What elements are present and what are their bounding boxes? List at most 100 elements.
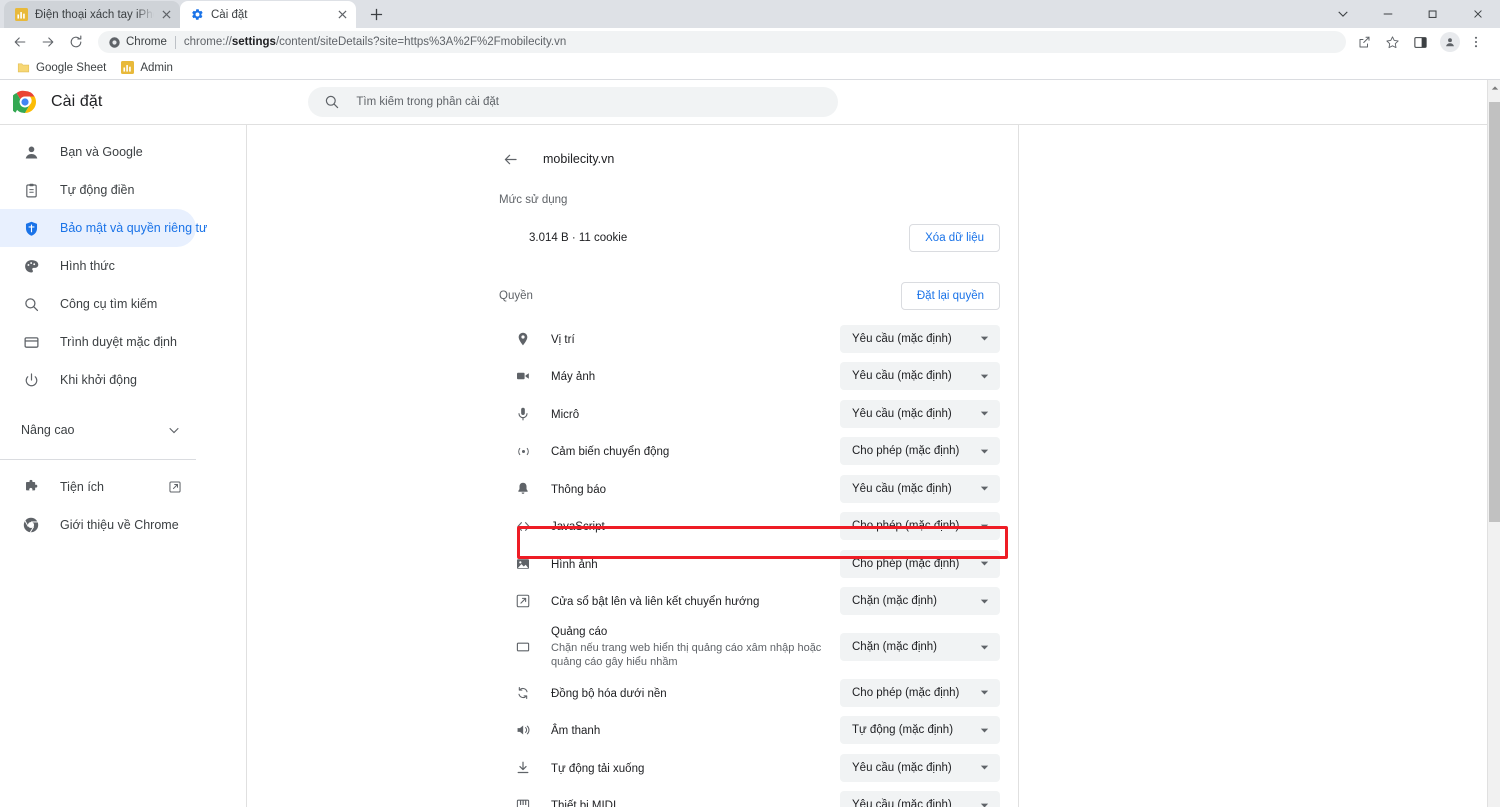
permission-select-automatic-downloads[interactable]: Yêu cầu (mặc định) [840,753,1000,782]
permission-select-midi[interactable]: Yêu cầu (mặc định) [840,791,1000,807]
permission-select-images[interactable]: Cho phép (mặc định) [840,549,1000,578]
permission-value: Cho phép (mặc định) [852,445,960,458]
profile-avatar-icon[interactable] [1440,32,1460,52]
sidebar-item-privacy-security[interactable]: Bảo mật và quyền riêng tư [0,209,207,247]
permission-row-background-sync: Đồng bộ hóa dưới nền Cho phép (mặc định) [481,674,1018,712]
scroll-up-arrow-icon[interactable] [1488,80,1500,96]
star-icon[interactable] [1380,30,1404,54]
tab-close-0[interactable] [158,7,174,23]
sidebar-item-label: Tự động điền [60,183,135,197]
permission-select-sound[interactable]: Tự động (mặc định) [840,716,1000,745]
sidebar-item-appearance[interactable]: Hình thức [0,247,196,285]
permission-select-microphone[interactable]: Yêu cầu (mặc định) [840,399,1000,428]
permission-select-motion-sensors[interactable]: Cho phép (mặc định) [840,437,1000,466]
chart-favicon [14,8,28,22]
forward-icon[interactable] [36,30,60,54]
permission-row-automatic-downloads: Tự động tải xuống Yêu cầu (mặc định) [481,749,1018,787]
close-button[interactable] [1455,0,1500,28]
permission-select-javascript[interactable]: Cho phép (mặc định) [840,512,1000,541]
permission-name: Đồng bộ hóa dưới nền [551,687,667,700]
permission-name: Cửa sổ bật lên và liên kết chuyển hướng [551,596,760,609]
tab-title-1: Cài đặt [211,8,248,21]
tab-0[interactable]: Điện thoại xách tay iPhone, Xiao [4,1,180,28]
sidebar-item-you-and-google[interactable]: Bạn và Google [0,133,196,171]
permission-select-background-sync[interactable]: Cho phép (mặc định) [840,678,1000,707]
clear-data-button[interactable]: Xóa dữ liệu [909,224,1000,252]
location-pin-icon [513,329,533,349]
address-bar[interactable]: Chrome chrome://settings/content/siteDet… [98,31,1346,53]
sidebar-item-extensions[interactable]: Tiện ích [0,468,196,506]
puzzle-icon [21,477,41,497]
usage-section-label: Mức sử dụng [499,194,568,206]
tab-search-icon[interactable] [1320,0,1365,28]
permission-name: Thông báo [551,483,606,496]
back-icon[interactable] [8,30,32,54]
three-dot-menu-icon[interactable] [1464,30,1488,54]
search-icon [21,294,41,314]
bookmarks-bar: Google Sheet Admin [0,56,1500,80]
reset-permissions-button[interactable]: Đặt lại quyền [900,282,1000,310]
permission-select-location[interactable]: Yêu cầu (mặc định) [840,324,1000,353]
permission-row-images: Hình ảnh Cho phép (mặc định) [481,545,1018,583]
chevron-down-icon [979,687,990,698]
permission-name: Vị trí [551,333,575,346]
bookmark-google-sheet[interactable]: Google Sheet [10,58,112,78]
folder-icon [16,61,30,75]
sidebar-item-default-browser[interactable]: Trình duyệt mặc định [0,323,196,361]
side-panel-icon[interactable] [1408,30,1432,54]
reload-icon[interactable] [64,30,88,54]
sidebar-divider [0,459,196,460]
sidebar-advanced-toggle[interactable]: Nâng cao [0,409,196,451]
sidebar-item-label: Trình duyệt mặc định [60,335,177,349]
new-tab-button[interactable] [362,0,390,28]
maximize-button[interactable] [1410,0,1455,28]
bookmark-label: Admin [140,61,173,74]
page-title: Cài đặt [51,93,103,110]
sidebar-item-on-startup[interactable]: Khi khởi động [0,361,196,399]
sidebar-item-autofill[interactable]: Tự động điền [0,171,196,209]
permission-value: Yêu cầu (mặc định) [852,482,952,495]
chevron-down-icon [168,424,180,436]
palette-icon [21,256,41,276]
permission-row-notifications: Thông báo Yêu cầu (mặc định) [481,470,1018,508]
bookmark-admin[interactable]: Admin [114,58,179,78]
sidebar-item-search-engine[interactable]: Công cụ tìm kiếm [0,285,196,323]
permission-name: JavaScript [551,521,605,534]
permission-value: Tự động (mặc định) [852,724,954,737]
permission-select-notifications[interactable]: Yêu cầu (mặc định) [840,474,1000,503]
chrome-chip: Chrome [108,36,167,49]
site-details-card: mobilecity.vn Mức sử dụng 3.014 B · 11 c… [481,125,1019,807]
chrome-logo [9,90,37,114]
minimize-button[interactable] [1365,0,1410,28]
scrollbar-thumb[interactable] [1489,102,1500,522]
back-arrow-icon[interactable] [499,148,521,170]
image-icon [513,554,533,574]
vertical-scrollbar[interactable] [1487,80,1500,807]
chevron-down-icon [979,725,990,736]
settings-sidebar: Bạn và Google Tự động điền Bảo mật và qu… [0,125,246,807]
browser-toolbar: Chrome chrome://settings/content/siteDet… [0,28,1500,56]
permission-select-camera[interactable]: Yêu cầu (mặc định) [840,362,1000,391]
tab-close-1[interactable] [334,7,350,23]
permission-value: Cho phép (mặc định) [852,557,960,570]
search-input[interactable] [356,96,823,108]
sidebar-item-about-chrome[interactable]: Giới thiệu về Chrome [0,506,196,544]
tab-1[interactable]: Cài đặt [180,1,356,28]
chrome-chip-label: Chrome [126,36,167,48]
chevron-down-icon [979,762,990,773]
permission-select-ads[interactable]: Chặn (mặc định) [840,633,1000,661]
shield-icon [21,218,41,238]
share-icon[interactable] [1352,30,1376,54]
url-text: chrome://settings/content/siteDetails?si… [183,36,567,48]
search-icon [324,94,342,110]
chevron-down-icon [979,642,990,653]
permission-value: Yêu cầu (mặc định) [852,332,952,345]
settings-content: mobilecity.vn Mức sử dụng 3.014 B · 11 c… [246,125,1500,807]
permission-row-microphone: Micrô Yêu cầu (mặc định) [481,395,1018,433]
chevron-down-icon [979,408,990,419]
chevron-down-icon [979,446,990,457]
permission-select-popups[interactable]: Chặn (mặc định) [840,587,1000,616]
permission-row-location: Vị trí Yêu cầu (mặc định) [481,320,1018,358]
permission-row-camera: Máy ảnh Yêu cầu (mặc định) [481,358,1018,396]
settings-search-box[interactable] [308,87,839,117]
